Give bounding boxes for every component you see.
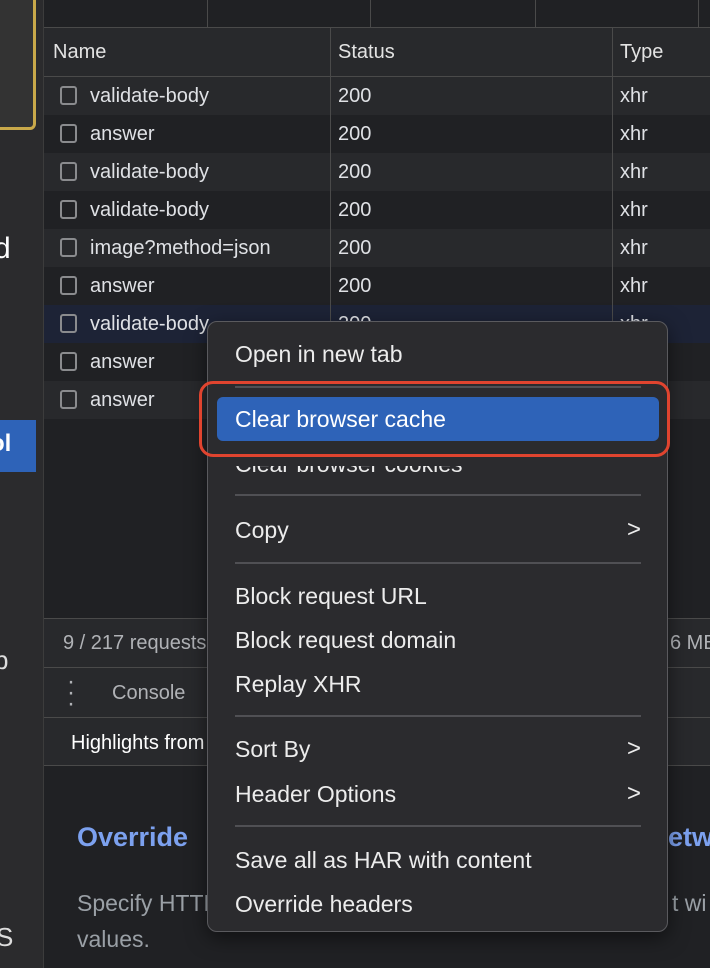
menu-item-block-request-url[interactable]: Block request URL: [235, 576, 647, 616]
page-button-fragment[interactable]: ol: [0, 420, 36, 472]
menu-item-copy[interactable]: Copy >: [235, 510, 647, 550]
request-status: 200: [338, 237, 372, 259]
checkbox-icon[interactable]: [60, 314, 77, 333]
checkbox-icon[interactable]: [60, 276, 77, 295]
column-header-status[interactable]: Status: [338, 41, 395, 64]
menu-item-label: Sort By: [235, 736, 311, 762]
checkbox-icon[interactable]: [60, 86, 77, 105]
request-name: validate-body: [90, 161, 209, 183]
chevron-right-icon: >: [626, 516, 641, 543]
page-text-fragment: S: [0, 922, 13, 953]
menu-item-header-options[interactable]: Header Options >: [235, 774, 647, 814]
table-row[interactable]: answer 200 xhr: [44, 115, 710, 153]
request-type: xhr: [620, 237, 648, 259]
request-status: 200: [338, 199, 372, 221]
table-row[interactable]: validate-body 200 xhr: [44, 153, 710, 191]
tab-console[interactable]: Console: [112, 682, 185, 705]
column-header-name[interactable]: Name: [53, 41, 106, 64]
chevron-right-icon: >: [626, 735, 641, 762]
request-type: xhr: [620, 199, 648, 221]
table-row[interactable]: answer 200 xhr: [44, 267, 710, 305]
menu-item-open-in-new-tab[interactable]: Open in new tab: [235, 334, 647, 374]
request-status: 200: [338, 161, 372, 183]
content-text: Specify HTTP: [77, 890, 219, 916]
page-behind-devtools: d ol b S: [0, 0, 44, 968]
content-heading[interactable]: Override: [77, 822, 188, 853]
menu-item-block-request-domain[interactable]: Block request domain: [235, 620, 647, 660]
request-count: 9 / 217 requests: [63, 632, 207, 654]
page-text-fragment: b: [0, 645, 8, 676]
request-name: validate-body: [90, 85, 209, 107]
highlights-title: Highlights from: [71, 732, 205, 754]
request-type: xhr: [620, 161, 648, 183]
request-status: 200: [338, 275, 372, 297]
menu-item-save-har[interactable]: Save all as HAR with content: [235, 840, 647, 880]
table-row[interactable]: validate-body 200 xhr: [44, 191, 710, 229]
checkbox-icon[interactable]: [60, 352, 77, 371]
table-row[interactable]: validate-body 200 xhr: [44, 77, 710, 115]
menu-item-override-headers[interactable]: Override headers: [235, 884, 647, 924]
request-type: xhr: [620, 85, 648, 107]
request-name: image?method=json: [90, 237, 271, 259]
vertical-dots-icon[interactable]: · · ·: [66, 670, 76, 716]
request-name: validate-body: [90, 313, 209, 335]
column-header-type[interactable]: Type: [620, 41, 663, 64]
checkbox-icon[interactable]: [60, 238, 77, 257]
checkbox-icon[interactable]: [60, 200, 77, 219]
checkbox-icon[interactable]: [60, 124, 77, 143]
chevron-right-icon: >: [626, 780, 641, 807]
request-name: answer: [90, 351, 155, 373]
transfer-size: 6 MB: [670, 632, 710, 654]
request-name: answer: [90, 123, 155, 145]
menu-item-sort-by[interactable]: Sort By >: [235, 729, 647, 769]
content-heading-fragment[interactable]: etw: [668, 822, 710, 853]
page-button-text: ol: [0, 430, 12, 457]
request-name: validate-body: [90, 199, 209, 221]
network-toolbar: [44, 0, 710, 28]
request-status: 200: [338, 85, 372, 107]
page-text-fragment: d: [0, 232, 11, 266]
table-header: Name Status Type: [44, 28, 710, 77]
menu-item-replay-xhr[interactable]: Replay XHR: [235, 664, 647, 704]
menu-item-label: Header Options: [235, 781, 397, 807]
checkbox-icon[interactable]: [60, 162, 77, 181]
content-text-line2: values.: [77, 926, 150, 952]
menu-item-label: Copy: [235, 517, 289, 543]
request-type: xhr: [620, 123, 648, 145]
request-status: 200: [338, 123, 372, 145]
checkbox-icon[interactable]: [60, 390, 77, 409]
annotation-highlight-box: [199, 381, 670, 457]
request-name: answer: [90, 389, 155, 411]
request-type: xhr: [620, 275, 648, 297]
content-text-fragment: t wi: [672, 890, 707, 916]
page-highlighted-element: [0, 0, 36, 130]
request-name: answer: [90, 275, 155, 297]
table-row[interactable]: image?method=json 200 xhr: [44, 229, 710, 267]
